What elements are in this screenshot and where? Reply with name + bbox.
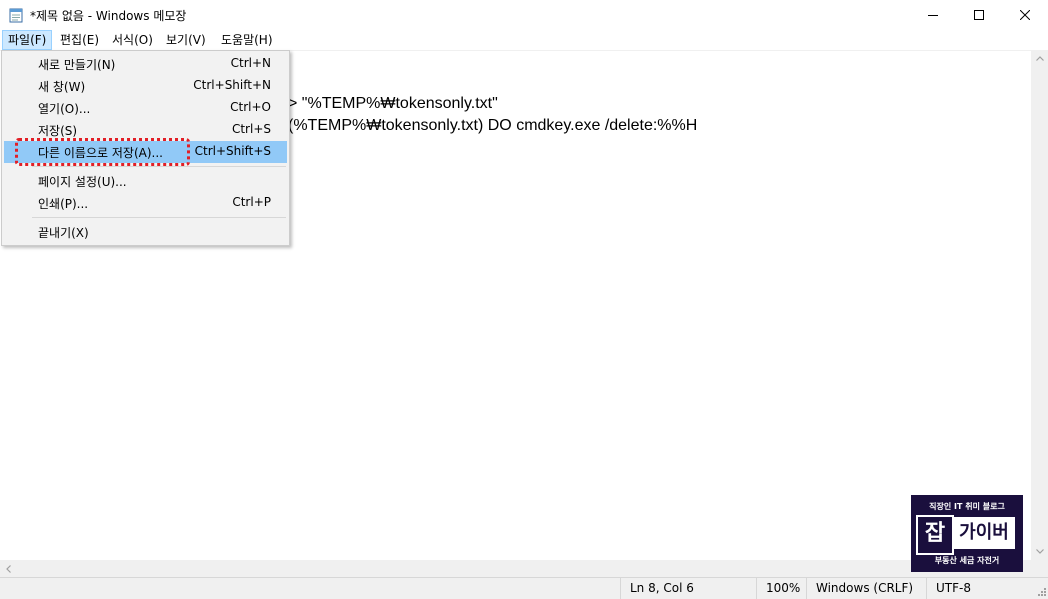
- menu-edit[interactable]: 편집(E): [55, 31, 104, 49]
- minimize-icon: [928, 15, 938, 16]
- maximize-button[interactable]: [956, 0, 1002, 30]
- scroll-left-button[interactable]: [0, 560, 17, 577]
- scroll-up-button[interactable]: [1031, 50, 1048, 67]
- horizontal-scrollbar[interactable]: [0, 560, 1031, 577]
- highlight-annotation: [15, 138, 190, 166]
- menu-separator: [32, 217, 286, 218]
- menu-item-new[interactable]: 새로 만들기(N) Ctrl+N: [4, 53, 287, 75]
- menu-item-label: 끝내기(X): [38, 226, 89, 240]
- menu-format[interactable]: 서식(O): [107, 31, 158, 49]
- menu-item-shortcut: Ctrl+S: [231, 122, 271, 136]
- logo-right-text: 가이버: [953, 517, 1015, 549]
- close-button[interactable]: [1002, 0, 1048, 30]
- status-zoom: 100%: [756, 578, 806, 599]
- status-bar: Ln 8, Col 6 100% Windows (CRLF) UTF-8: [0, 577, 1048, 599]
- chevron-up-icon: [1035, 56, 1044, 61]
- menu-item-exit[interactable]: 끝내기(X): [4, 221, 287, 243]
- menu-separator: [32, 166, 286, 167]
- window-title: *제목 없음 - Windows 메모장: [30, 9, 187, 23]
- close-icon: [1020, 10, 1030, 20]
- chevron-down-icon: [1035, 549, 1044, 554]
- editor-line-1: > "%TEMP%₩tokensonly.txt": [288, 95, 498, 112]
- menu-item-shortcut: Ctrl+N: [230, 56, 271, 70]
- menu-item-shortcut: Ctrl+P: [232, 195, 271, 209]
- menu-item-shortcut: Ctrl+Shift+S: [194, 144, 271, 158]
- chevron-left-icon: [6, 564, 11, 573]
- menu-item-new-window[interactable]: 새 창(W) Ctrl+Shift+N: [4, 75, 287, 97]
- notepad-icon: [9, 8, 23, 23]
- menu-view[interactable]: 보기(V): [161, 31, 211, 49]
- status-encoding: UTF-8: [926, 578, 1046, 599]
- scroll-down-button[interactable]: [1031, 543, 1048, 560]
- maximize-icon: [974, 10, 984, 20]
- status-line-ending: Windows (CRLF): [806, 578, 928, 599]
- resize-grip-icon[interactable]: [1036, 586, 1046, 596]
- menu-item-label: 인쇄(P)...: [38, 197, 89, 211]
- notepad-window: *제목 없음 - Windows 메모장 파일(F) 편집(E) 서식(O) 보…: [0, 0, 1048, 599]
- menu-item-page-setup[interactable]: 페이지 설정(U)...: [4, 170, 287, 192]
- menu-item-open[interactable]: 열기(O)... Ctrl+O: [4, 97, 287, 119]
- menu-item-label: 저장(S): [38, 124, 78, 138]
- menu-item-shortcut: Ctrl+O: [230, 100, 271, 114]
- watermark-logo: 직장인 IT 취미 블로그 잡 가이버 부동산 세금 자전거: [911, 495, 1023, 572]
- menu-item-shortcut: Ctrl+Shift+N: [193, 78, 271, 92]
- menu-item-label: 새로 만들기(N): [38, 58, 116, 72]
- vertical-scrollbar[interactable]: [1031, 50, 1048, 560]
- menu-help[interactable]: 도움말(H): [216, 31, 278, 49]
- menu-item-label: 열기(O)...: [38, 102, 91, 116]
- menu-item-print[interactable]: 인쇄(P)... Ctrl+P: [4, 192, 287, 214]
- menu-item-label: 페이지 설정(U)...: [38, 175, 127, 189]
- logo-bottom-text: 부동산 세금 자전거: [934, 556, 1000, 565]
- logo-top-text: 직장인 IT 취미 블로그: [929, 502, 1005, 511]
- menu-file[interactable]: 파일(F): [2, 30, 53, 50]
- logo-left-char: 잡: [916, 515, 954, 555]
- menu-item-label: 새 창(W): [38, 80, 86, 94]
- menu-bar: 파일(F) 편집(E) 서식(O) 보기(V) 도움말(H): [0, 30, 1048, 50]
- title-bar[interactable]: *제목 없음 - Windows 메모장: [0, 0, 1048, 30]
- minimize-button[interactable]: [910, 0, 956, 30]
- scrollbar-corner: [1031, 560, 1048, 577]
- editor-line-2: (%TEMP%₩tokensonly.txt) DO cmdkey.exe /d…: [288, 117, 698, 134]
- status-cursor-position: Ln 8, Col 6: [620, 578, 756, 599]
